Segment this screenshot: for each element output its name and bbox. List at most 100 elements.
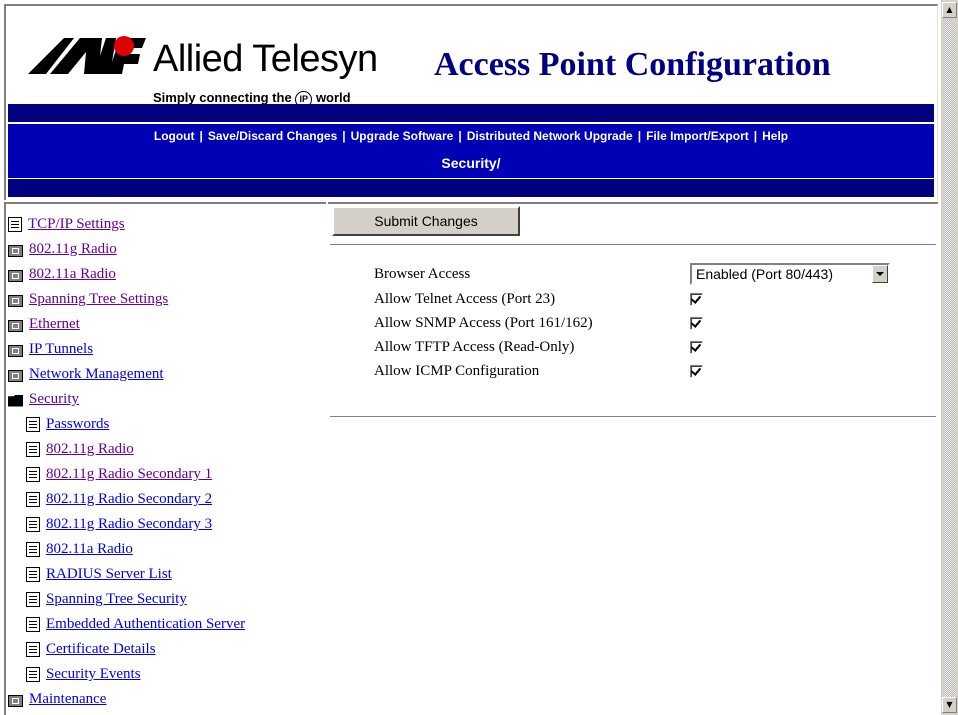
document-icon bbox=[26, 642, 40, 657]
folder-icon[interactable] bbox=[8, 369, 23, 382]
nav-link[interactable]: Spanning Tree Security bbox=[46, 591, 187, 608]
document-icon bbox=[26, 467, 40, 482]
nav-item-maintenance[interactable]: Maintenance bbox=[6, 687, 245, 712]
nav-item-radius-server-list[interactable]: RADIUS Server List bbox=[6, 562, 245, 587]
telnet-row: Allow Telnet Access (Port 23) bbox=[374, 288, 703, 310]
nav-item-80211g-secondary-2[interactable]: 802.11g Radio Secondary 2 bbox=[6, 487, 245, 512]
browser-access-select[interactable]: Enabled (Port 80/443) bbox=[690, 263, 890, 285]
document-icon bbox=[26, 417, 40, 432]
nav-link[interactable]: 802.11a Radio bbox=[46, 541, 133, 558]
nav-link[interactable]: 802.11g Radio Secondary 1 bbox=[46, 466, 212, 483]
nav-link[interactable]: Certificate Details bbox=[46, 641, 156, 658]
folder-icon[interactable] bbox=[8, 344, 23, 357]
nav-item-passwords[interactable]: Passwords bbox=[6, 412, 245, 437]
nav-link[interactable]: 802.11g Radio bbox=[29, 241, 117, 258]
nav-item-security[interactable]: Security bbox=[6, 387, 245, 412]
save-discard-link[interactable]: Save/Discard Changes bbox=[208, 129, 337, 143]
toolbar-separator: | bbox=[199, 129, 203, 143]
icmp-row: Allow ICMP Configuration bbox=[374, 360, 703, 382]
nav-link[interactable]: Network Management bbox=[29, 366, 164, 383]
section-breadcrumb: Security/ bbox=[8, 148, 934, 178]
logo-tagline-pre: Simply connecting the bbox=[153, 90, 292, 105]
nav-item-security-80211g-radio[interactable]: 802.11g Radio bbox=[6, 437, 245, 462]
telnet-checkbox[interactable] bbox=[690, 292, 703, 306]
nav-link[interactable]: Embedded Authentication Server bbox=[46, 616, 245, 633]
scroll-down-icon[interactable]: ▼ bbox=[942, 697, 957, 713]
document-icon bbox=[26, 567, 40, 582]
logout-link[interactable]: Logout bbox=[154, 129, 195, 143]
browser-access-row: Browser Access Enabled (Port 80/443) bbox=[374, 263, 890, 285]
submit-changes-button[interactable]: Submit Changes bbox=[332, 206, 520, 236]
folder-icon[interactable] bbox=[8, 694, 23, 707]
nav-item-spanning-tree-security[interactable]: Spanning Tree Security bbox=[6, 587, 245, 612]
vertical-scrollbar[interactable]: ▲ ▼ bbox=[940, 0, 958, 715]
nav-link[interactable]: Spanning Tree Settings bbox=[29, 291, 168, 308]
logo: Allied Telesyn Simply connecting the IP … bbox=[28, 18, 408, 108]
nav-item-80211g-secondary-1[interactable]: 802.11g Radio Secondary 1 bbox=[6, 462, 245, 487]
folder-icon[interactable] bbox=[8, 319, 23, 332]
toolbar-separator: | bbox=[458, 129, 462, 143]
nav-item-spanning-tree[interactable]: Spanning Tree Settings bbox=[6, 287, 245, 312]
snmp-checkbox[interactable] bbox=[690, 316, 703, 330]
nav-link[interactable]: 802.11g Radio Secondary 2 bbox=[46, 491, 212, 508]
scroll-up-icon[interactable]: ▲ bbox=[942, 2, 957, 18]
nav-item-tcpip[interactable]: TCP/IP Settings bbox=[6, 212, 245, 237]
browser-access-label: Browser Access bbox=[374, 265, 471, 282]
document-icon bbox=[26, 492, 40, 507]
page-title: Access Point Configuration bbox=[434, 46, 831, 83]
document-icon bbox=[26, 592, 40, 607]
nav-item-80211a-radio[interactable]: 802.11a Radio bbox=[6, 262, 245, 287]
folder-icon[interactable] bbox=[8, 294, 23, 307]
nav-item-80211g-secondary-3[interactable]: 802.11g Radio Secondary 3 bbox=[6, 512, 245, 537]
nav-item-80211g-radio[interactable]: 802.11g Radio bbox=[6, 237, 245, 262]
browser-access-value: Enabled (Port 80/443) bbox=[696, 266, 833, 282]
header-divider-bottom bbox=[8, 179, 934, 197]
nav-link[interactable]: Security Events bbox=[46, 666, 141, 683]
folder-icon[interactable] bbox=[8, 244, 23, 257]
nav-item-security-80211a-radio[interactable]: 802.11a Radio bbox=[6, 537, 245, 562]
file-import-export-link[interactable]: File Import/Export bbox=[646, 129, 749, 143]
chevron-down-icon[interactable] bbox=[872, 265, 888, 283]
icmp-checkbox[interactable] bbox=[690, 364, 703, 378]
document-icon bbox=[26, 442, 40, 457]
icmp-label: Allow ICMP Configuration bbox=[374, 362, 540, 379]
toolbar-separator: | bbox=[342, 129, 346, 143]
nav-link[interactable]: Maintenance bbox=[29, 691, 106, 708]
nav-link[interactable]: Passwords bbox=[46, 416, 109, 433]
nav-link[interactable]: 802.11g Radio Secondary 3 bbox=[46, 516, 212, 533]
nav-frame: TCP/IP Settings 802.11g Radio 802.11a Ra… bbox=[4, 202, 326, 715]
folder-icon[interactable] bbox=[8, 269, 23, 282]
nav-link[interactable]: RADIUS Server List bbox=[46, 566, 172, 583]
toolbar: Logout | Save/Discard Changes | Upgrade … bbox=[8, 124, 934, 148]
nav-item-certificate-details[interactable]: Certificate Details bbox=[6, 637, 245, 662]
distributed-upgrade-link[interactable]: Distributed Network Upgrade bbox=[467, 129, 633, 143]
logo-mark-icon bbox=[28, 36, 146, 74]
telnet-label: Allow Telnet Access (Port 23) bbox=[374, 290, 556, 307]
nav-tree: TCP/IP Settings 802.11g Radio 802.11a Ra… bbox=[6, 212, 245, 712]
nav-link[interactable]: IP Tunnels bbox=[29, 341, 93, 358]
nav-item-ip-tunnels[interactable]: IP Tunnels bbox=[6, 337, 245, 362]
nav-link[interactable]: Ethernet bbox=[29, 316, 80, 333]
nav-item-security-events[interactable]: Security Events bbox=[6, 662, 245, 687]
header-divider-top bbox=[8, 104, 934, 122]
nav-item-ethernet[interactable]: Ethernet bbox=[6, 312, 245, 337]
browser-frameset: Allied Telesyn Simply connecting the IP … bbox=[0, 0, 958, 715]
nav-item-network-management[interactable]: Network Management bbox=[6, 362, 245, 387]
tftp-checkbox[interactable] bbox=[690, 340, 703, 354]
nav-link[interactable]: 802.11g Radio bbox=[46, 441, 134, 458]
nav-link[interactable]: 802.11a Radio bbox=[29, 266, 116, 283]
nav-link[interactable]: Security bbox=[29, 391, 79, 408]
logo-tagline-post: world bbox=[315, 90, 351, 105]
document-icon bbox=[26, 617, 40, 632]
toolbar-separator: | bbox=[753, 129, 758, 143]
help-link[interactable]: Help bbox=[762, 129, 788, 143]
toolbar-separator: | bbox=[637, 129, 642, 143]
content-frame: Submit Changes Browser Access Enabled (P… bbox=[328, 202, 938, 715]
snmp-label: Allow SNMP Access (Port 161/162) bbox=[374, 314, 593, 331]
upgrade-software-link[interactable]: Upgrade Software bbox=[351, 129, 454, 143]
nav-link[interactable]: TCP/IP Settings bbox=[28, 216, 125, 233]
document-icon bbox=[26, 517, 40, 532]
scrollbar-track[interactable] bbox=[944, 20, 956, 700]
folder-open-icon[interactable] bbox=[8, 394, 23, 407]
nav-item-embedded-auth-server[interactable]: Embedded Authentication Server bbox=[6, 612, 245, 637]
